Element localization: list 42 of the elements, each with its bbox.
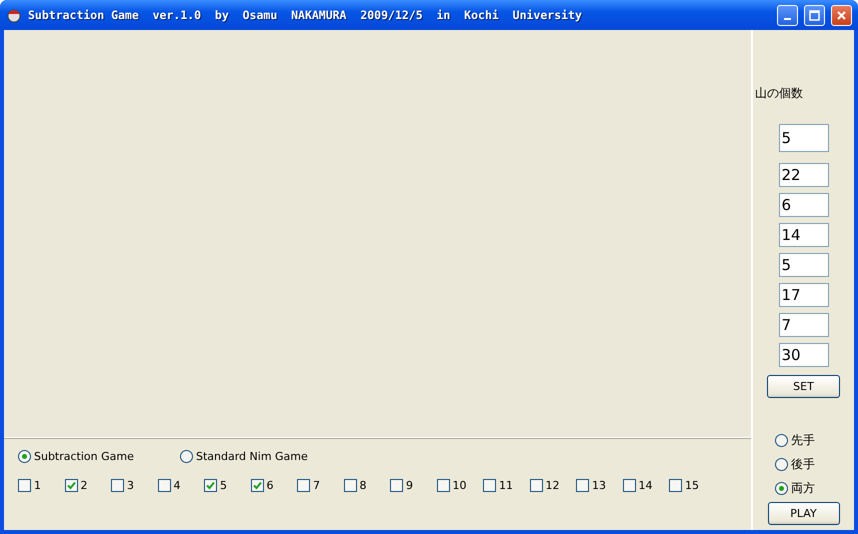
pile-field[interactable]: 5 (778, 124, 828, 152)
minimize-button[interactable] (777, 4, 798, 26)
move-checkbox[interactable]: 6 (250, 479, 297, 492)
pile-field[interactable]: 17 (778, 283, 828, 307)
move-checkbox[interactable]: 8 (344, 479, 390, 492)
check-icon (252, 481, 262, 490)
move-checkbox[interactable]: 4 (158, 479, 204, 492)
mode-radio[interactable]: Standard Nim Game (180, 450, 308, 463)
pile-field[interactable]: 30 (778, 343, 828, 367)
move-checkbox[interactable]: 3 (111, 479, 158, 492)
close-button[interactable] (831, 4, 852, 26)
move-checkbox[interactable]: 2 (64, 479, 111, 492)
play-button[interactable]: PLAY (768, 502, 840, 525)
turn-radio[interactable]: 両方 (775, 480, 815, 497)
move-checkbox[interactable]: 11 (483, 479, 530, 492)
move-checkbox[interactable]: 14 (622, 479, 669, 492)
move-checkbox[interactable]: 9 (390, 479, 436, 492)
turn-radio[interactable]: 後手 (775, 456, 815, 473)
move-checkbox[interactable]: 7 (297, 479, 344, 492)
move-checkbox[interactable]: 10 (436, 479, 483, 492)
pile-field[interactable]: 22 (778, 163, 828, 187)
set-button[interactable]: SET (767, 375, 840, 398)
close-icon (836, 10, 847, 20)
move-checkbox[interactable]: 13 (576, 479, 622, 492)
move-checkbox[interactable]: 1 (18, 479, 64, 492)
pile-field[interactable]: 14 (778, 223, 828, 247)
turn-radio[interactable]: 先手 (775, 432, 815, 449)
pile-field[interactable]: 7 (778, 313, 828, 337)
maximize-button[interactable] (804, 4, 825, 26)
maximize-icon (809, 10, 820, 20)
pile-field[interactable]: 5 (778, 253, 828, 277)
check-icon (206, 481, 215, 490)
check-icon (66, 481, 76, 490)
move-checkbox[interactable]: 12 (530, 479, 576, 492)
pile-count-label: 山の個数 (755, 85, 803, 102)
move-checkbox[interactable]: 15 (669, 479, 716, 492)
pile-field[interactable]: 6 (778, 193, 828, 217)
mode-radio[interactable]: Subtraction Game (18, 450, 180, 463)
move-checkbox[interactable]: 5 (204, 479, 250, 492)
app-icon (6, 7, 22, 23)
minimize-icon (784, 18, 791, 20)
window-title: Subtraction Game ver.1.0 by Osamu NAKAMURA 2009/12/5 in Kochi University (28, 8, 583, 22)
